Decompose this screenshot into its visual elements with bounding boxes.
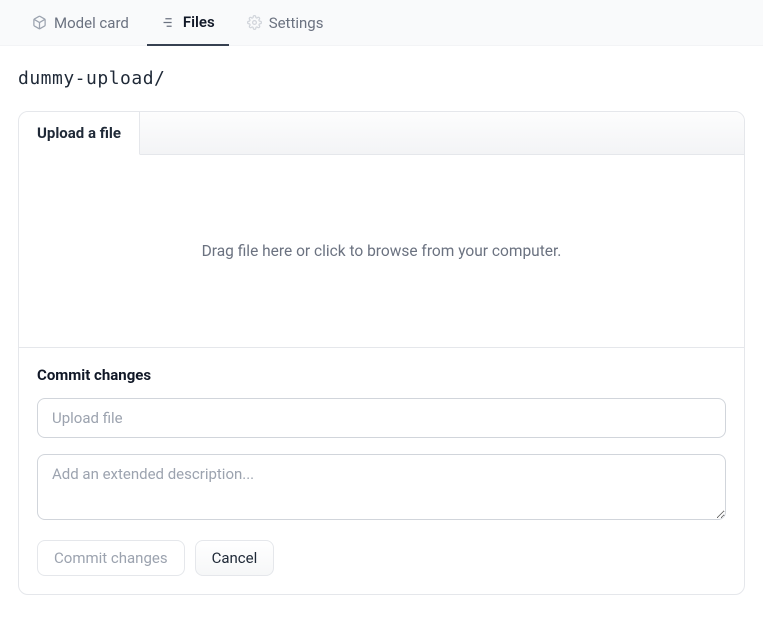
gear-icon — [247, 15, 262, 30]
tab-label: Settings — [269, 14, 324, 32]
commit-summary-input[interactable] — [37, 398, 726, 438]
commit-description-input[interactable] — [37, 454, 726, 520]
content: dummy-upload/ Upload a file Drag file he… — [0, 46, 763, 613]
top-tabs: Model card Files Settings — [0, 0, 763, 46]
cube-icon — [32, 15, 47, 30]
upload-card: Upload a file Drag file here or click to… — [18, 111, 745, 595]
drop-zone-text: Drag file here or click to browse from y… — [202, 242, 562, 260]
tab-files[interactable]: Files — [147, 0, 229, 46]
tab-settings[interactable]: Settings — [233, 0, 338, 46]
path-breadcrumb: dummy-upload/ — [18, 68, 745, 89]
tab-model-card[interactable]: Model card — [18, 0, 143, 46]
files-icon — [161, 15, 176, 30]
file-drop-zone[interactable]: Drag file here or click to browse from y… — [19, 155, 744, 347]
cancel-button[interactable]: Cancel — [195, 540, 275, 576]
button-row: Commit changes Cancel — [37, 540, 726, 576]
commit-section: Commit changes Commit changes Cancel — [19, 347, 744, 594]
tab-upload-file[interactable]: Upload a file — [19, 112, 140, 155]
tab-label: Model card — [54, 14, 129, 32]
commit-heading: Commit changes — [37, 366, 726, 384]
card-tabs: Upload a file — [19, 112, 744, 155]
tab-label: Files — [183, 13, 215, 31]
commit-changes-button[interactable]: Commit changes — [37, 540, 185, 576]
